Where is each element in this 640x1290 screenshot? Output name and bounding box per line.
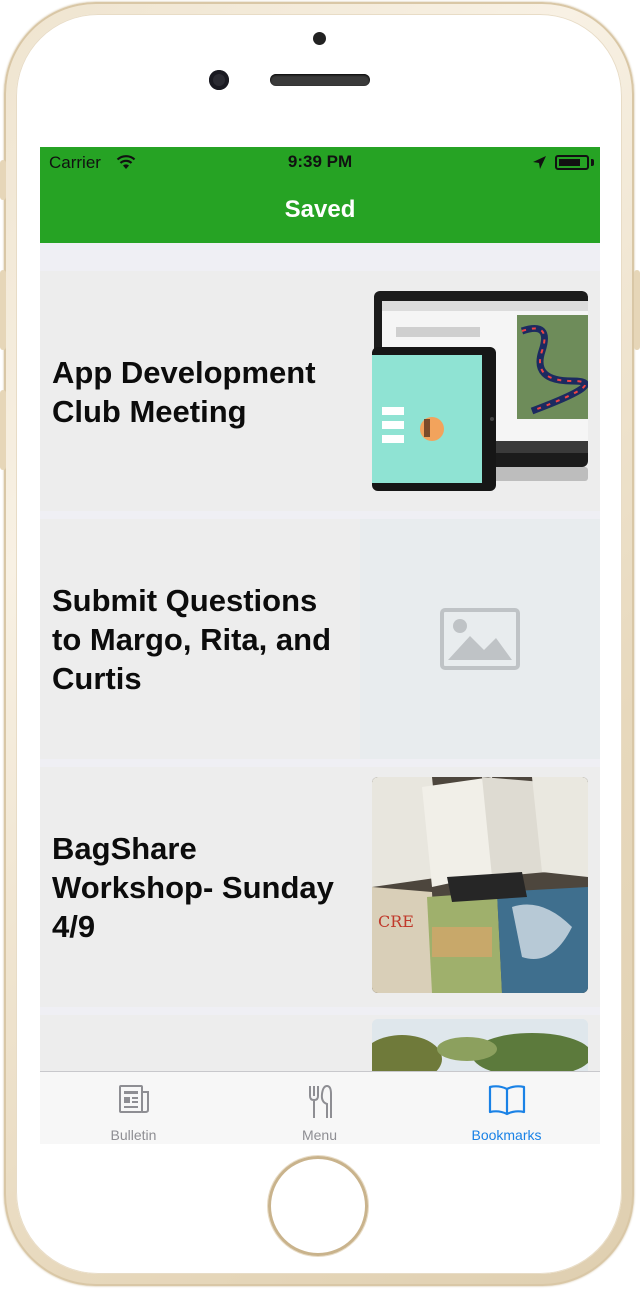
tab-bulletin[interactable]: Bulletin xyxy=(40,1072,227,1144)
tab-label: Menu xyxy=(301,1127,338,1143)
tab-label: Bookmarks xyxy=(471,1127,542,1143)
home-button[interactable] xyxy=(268,1156,368,1256)
mute-switch xyxy=(0,160,6,200)
fork-knife-icon xyxy=(308,1084,332,1118)
image-placeholder-icon xyxy=(440,608,520,670)
item-title: BagShare Workshop- Sunday 4/9 xyxy=(52,831,334,944)
navigation-bar: Saved xyxy=(40,179,600,243)
list-item[interactable] xyxy=(40,1015,600,1071)
laptop-and-tablet-photo xyxy=(372,291,588,507)
status-bar: Carrier 9:39 PM xyxy=(40,147,600,179)
item-title: App Development Club Meeting xyxy=(52,355,316,429)
tab-bar: Bulletin Menu Bookmarks xyxy=(40,1071,600,1144)
page-title: Saved xyxy=(284,196,356,223)
saved-list[interactable]: App Development Club Meeting Submit Ques… xyxy=(40,243,600,1071)
status-time: 9:39 PM xyxy=(287,152,353,171)
newspaper-icon xyxy=(118,1085,149,1113)
tote-bags-photo: CRE xyxy=(372,777,588,993)
power-button xyxy=(634,270,640,350)
svg-text:CRE: CRE xyxy=(378,912,414,931)
list-item[interactable]: Submit Questions to Margo, Rita, and Cur… xyxy=(40,519,600,759)
list-item[interactable]: App Development Club Meeting xyxy=(40,271,600,511)
front-camera xyxy=(209,70,229,90)
tab-label: Bulletin xyxy=(110,1127,157,1143)
earpiece-speaker xyxy=(270,74,370,86)
image-placeholder-thumbnail xyxy=(360,519,600,759)
tab-bookmarks[interactable]: Bookmarks xyxy=(413,1072,600,1144)
volume-down-button xyxy=(0,390,6,470)
battery-tip xyxy=(591,159,594,166)
item-title: Submit Questions to Margo, Rita, and Cur… xyxy=(52,583,331,696)
tab-menu[interactable]: Menu xyxy=(226,1072,413,1144)
volume-up-button xyxy=(0,270,6,350)
proximity-sensor xyxy=(313,32,326,45)
battery-icon xyxy=(555,155,589,170)
book-icon xyxy=(488,1085,525,1116)
app-screen: Carrier 9:39 PM Saved App Development Cl… xyxy=(40,147,600,1144)
location-icon xyxy=(533,156,546,169)
trees-photo xyxy=(372,1019,588,1071)
list-item[interactable]: BagShare Workshop- Sunday 4/9 CRE xyxy=(40,767,600,1007)
